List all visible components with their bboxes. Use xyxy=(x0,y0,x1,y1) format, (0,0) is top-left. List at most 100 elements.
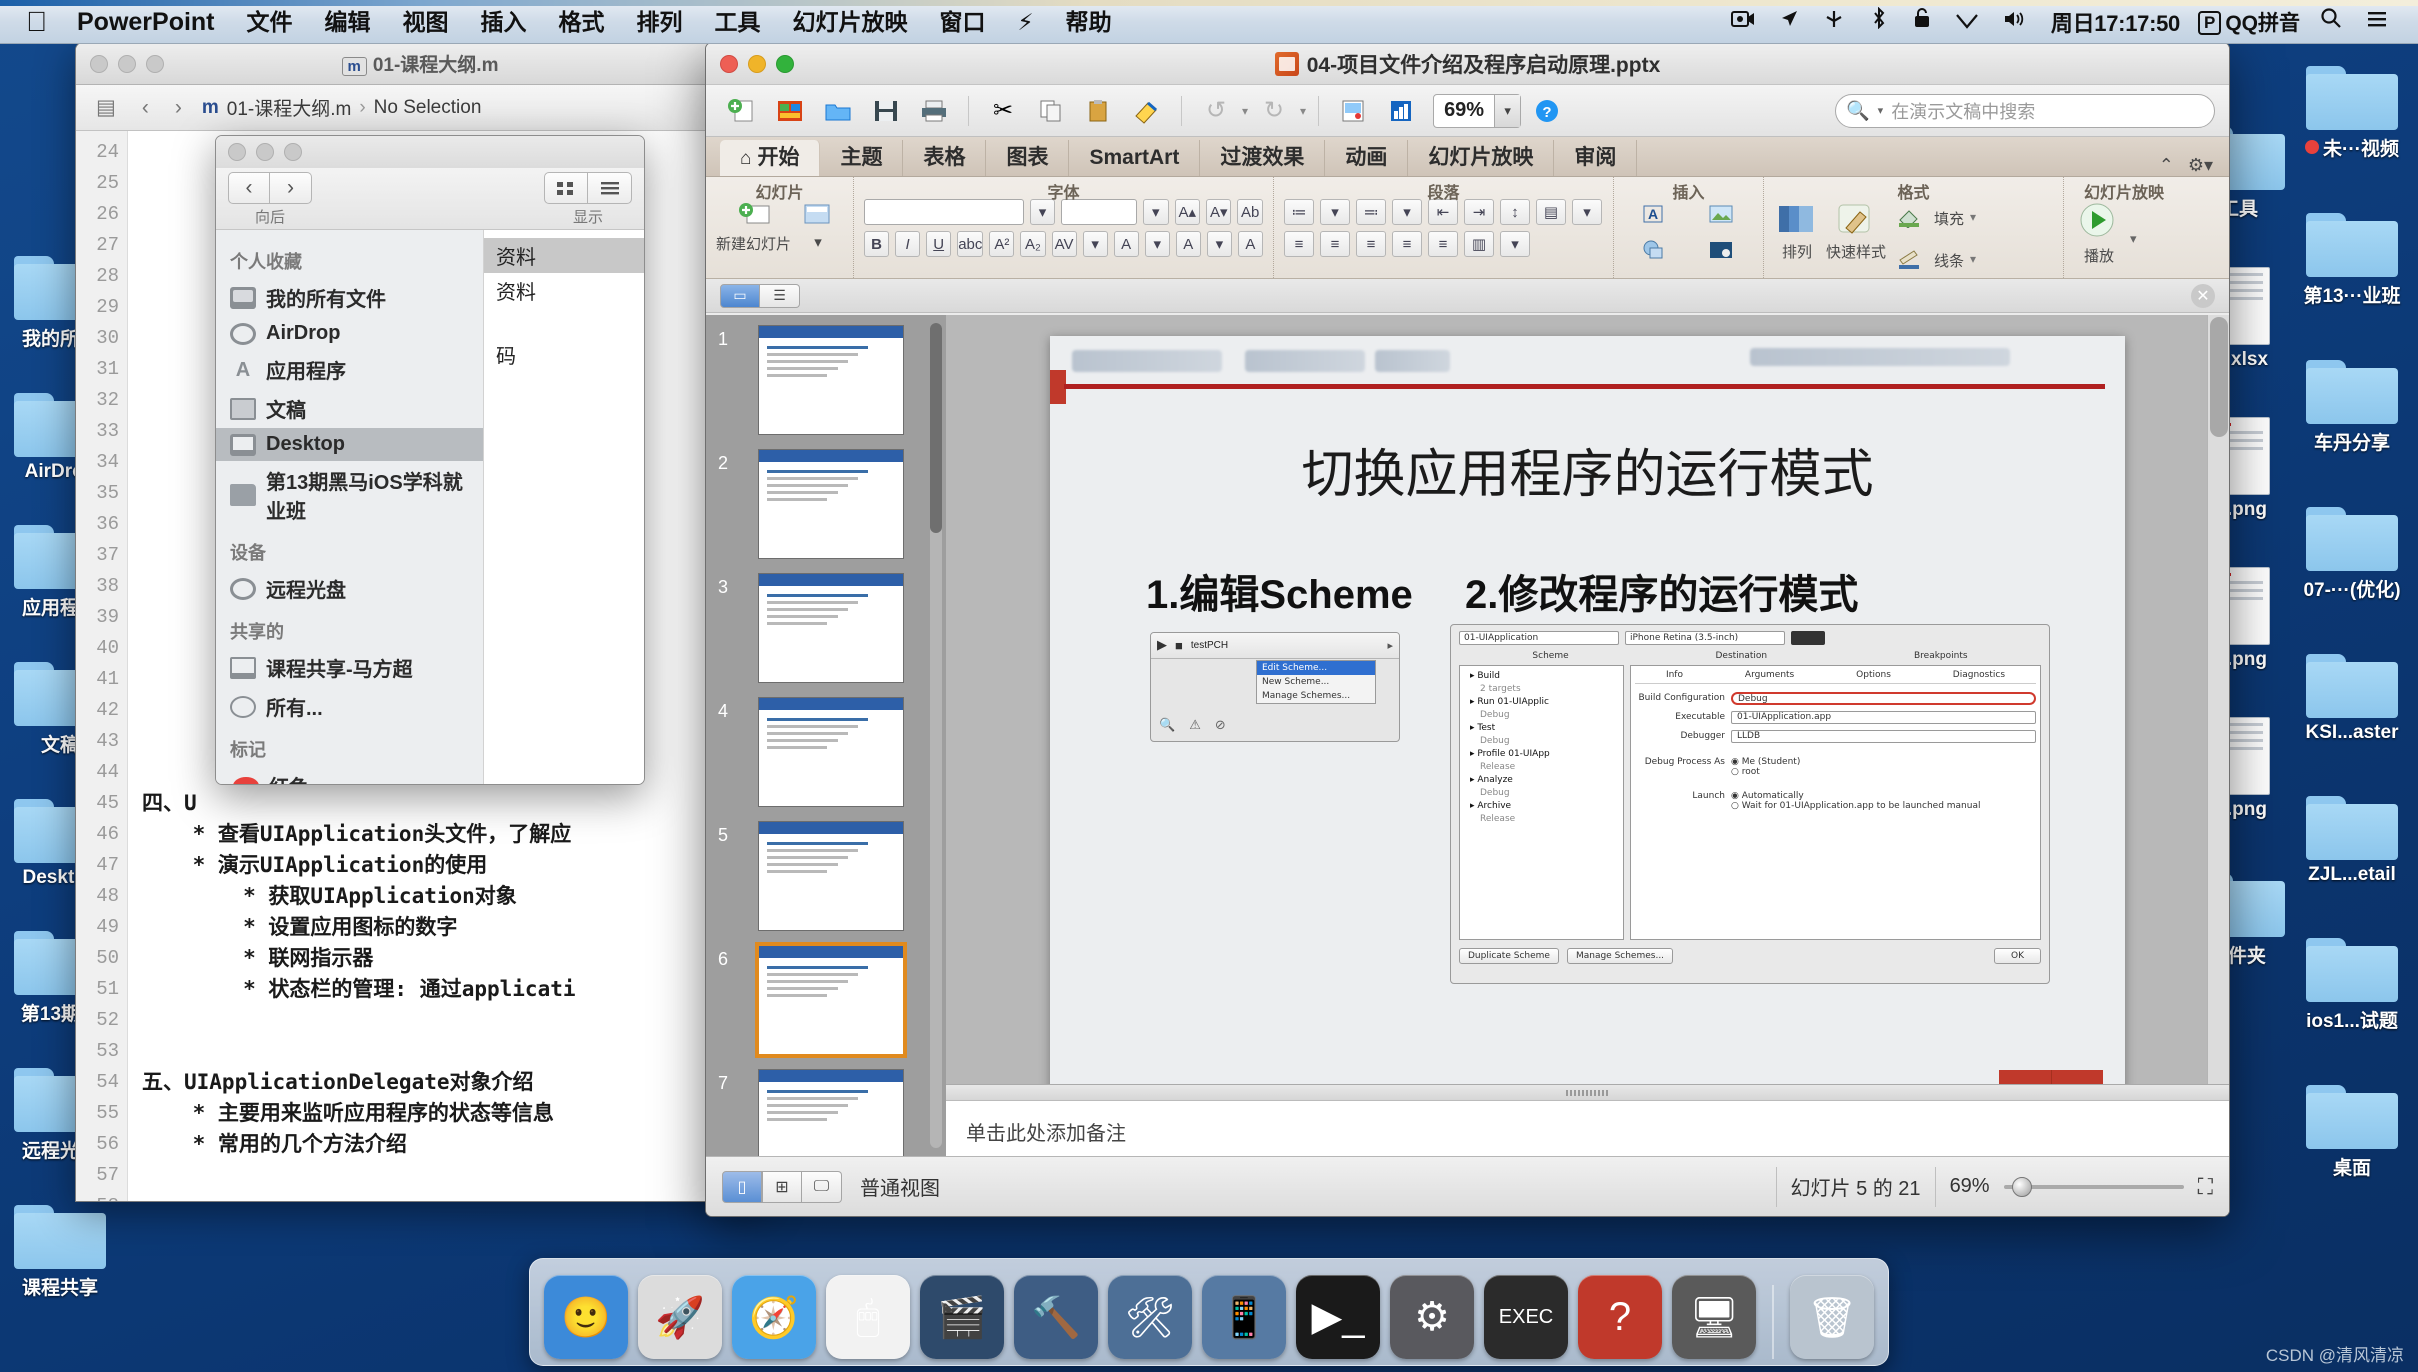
mouse-icon[interactable]: 🖱 xyxy=(826,1275,910,1359)
search-icon[interactable] xyxy=(2308,0,2354,44)
tab-0[interactable]: ⌂ 开始 xyxy=(720,140,821,176)
slide-thumbnail-column[interactable] xyxy=(732,325,946,1156)
debugger-field[interactable]: LLDB xyxy=(1731,729,2036,743)
code-line[interactable]: * 状态栏的管理: 通过applicati xyxy=(142,974,764,1005)
align-right-button[interactable]: ≡ xyxy=(1356,231,1386,257)
help-icon[interactable]: ? xyxy=(1525,91,1569,131)
code-line[interactable]: * 演示UIApplication的使用 xyxy=(142,850,764,881)
distribute-button[interactable]: ≡ xyxy=(1428,231,1458,257)
charles-icon[interactable]: ? xyxy=(1578,1275,1662,1359)
sidebar-item[interactable]: Desktop xyxy=(216,428,483,461)
code-line[interactable] xyxy=(142,1036,764,1067)
scheme-menu-item-edit[interactable]: Edit Scheme... xyxy=(1257,660,1375,675)
xcode-icon[interactable]: 🔨 xyxy=(1014,1275,1098,1359)
screen-record-icon[interactable] xyxy=(1719,0,1767,44)
desktop-icon[interactable]: 桌面 xyxy=(2288,1079,2416,1180)
lock-icon[interactable] xyxy=(1901,0,1943,44)
file-row[interactable]: 码 xyxy=(484,337,644,372)
forward-button[interactable]: › xyxy=(270,172,312,204)
format-painter-icon[interactable] xyxy=(1125,91,1169,131)
slide-point-2[interactable]: 2.修改程序的运行模式 xyxy=(1465,562,1858,620)
tab-8[interactable]: 审阅 xyxy=(1554,140,1638,176)
menu-item-5[interactable]: 格式 xyxy=(543,0,621,44)
chevron-down-icon[interactable]: ▾ xyxy=(2130,231,2137,247)
superscript-button[interactable]: A² xyxy=(989,231,1015,257)
text-effects-button[interactable]: A xyxy=(1113,231,1139,257)
ribbon[interactable]: 幻灯片 新建幻灯片 ▾ 字体 ▾ ▾ A▴ A▾ Ab B I U abc A²… xyxy=(706,177,2229,279)
finder-titlebar[interactable] xyxy=(216,136,644,168)
slide-image-scheme-editor[interactable]: 01-UIApplication iPhone Retina (3.5-inch… xyxy=(1450,623,2050,984)
tab-options[interactable]: Options xyxy=(1856,670,1891,680)
build-tree-item[interactable]: 2 targets xyxy=(1464,683,1619,696)
chevron-down-icon[interactable]: ▾ xyxy=(1082,231,1108,257)
panel-view-segments[interactable]: ▭ ☰ xyxy=(720,283,800,308)
settings-icon[interactable]: ⚙ xyxy=(1390,1275,1474,1359)
sidebar-item[interactable]: 课程共享-马方超 xyxy=(216,648,483,687)
highlight-button[interactable]: A xyxy=(1175,231,1201,257)
code-line[interactable]: * 设置应用图标的数字 xyxy=(142,912,764,943)
menu-item-8[interactable]: 幻灯片放映 xyxy=(777,0,924,44)
copy-icon[interactable] xyxy=(1029,91,1073,131)
finder-sidebar[interactable]: 个人收藏 我的所有文件 AirDrop A 应用程序 文稿 Desktop 第13期黑马iOS… xyxy=(216,230,484,784)
code-line[interactable]: 五、UIApplicationDelegate对象介绍 xyxy=(142,1067,764,1098)
breadcrumb[interactable]: m 01-课程大纲.m › No Selection xyxy=(202,94,482,121)
panel-view-bar[interactable]: ▭ ☰ ✕ xyxy=(706,279,2229,313)
open-icon[interactable] xyxy=(816,91,860,131)
sidebar-item[interactable]: A 应用程序 xyxy=(216,350,483,389)
picture-button[interactable] xyxy=(1691,199,1754,231)
build-tree-item[interactable]: ▸ Analyze xyxy=(1464,774,1619,787)
desktop-icon[interactable]: 第13···业班 xyxy=(2288,207,2416,308)
build-tree-item[interactable]: ▸ Test xyxy=(1464,722,1619,735)
build-tree-item[interactable]: Debug xyxy=(1464,787,1619,800)
tab-diagnostics[interactable]: Diagnostics xyxy=(1953,670,2005,680)
menu-item-11[interactable]: 帮助 xyxy=(1050,0,1128,44)
duplicate-scheme-button[interactable]: Duplicate Scheme xyxy=(1459,947,1559,964)
chevron-down-icon[interactable]: ▾ xyxy=(1878,104,1884,117)
scrollbar-thumb[interactable] xyxy=(2210,317,2228,437)
scheme-build-tree[interactable]: ▸ Build 2 targets ▸ Run 01-UIApplic Debug ▸ … xyxy=(1459,664,1624,940)
character-spacing-button[interactable]: AV xyxy=(1051,231,1077,257)
slide-sorter-icon[interactable]: ⊞ xyxy=(762,1170,802,1203)
minimize-button[interactable] xyxy=(256,143,274,161)
tab-5[interactable]: 过渡效果 xyxy=(1200,140,1326,176)
save-icon[interactable] xyxy=(864,91,908,131)
finder-open-panel[interactable]: ‹ › 向后 显示 个人收藏 我的所有文件 AirDrop A 应用程序 文稿 Deskto xyxy=(215,135,645,785)
new-icon[interactable] xyxy=(720,91,764,131)
input-method-indicator[interactable]: P QQ拼音 xyxy=(2190,7,2308,37)
new-slide-button[interactable]: 新建幻灯片 xyxy=(716,199,791,254)
scheme-menu-item-new[interactable]: New Scheme... xyxy=(1257,675,1375,689)
menu-item-7[interactable]: 工具 xyxy=(699,0,777,44)
align-left-button[interactable]: ≡ xyxy=(1284,231,1314,257)
sidebar-item[interactable]: AirDrop xyxy=(216,317,483,350)
quicktime-icon[interactable]: 🎬 xyxy=(920,1275,1004,1359)
justify-button[interactable]: ≡ xyxy=(1392,231,1422,257)
search-box[interactable]: 🔍 ▾ 在演示文稿中搜索 xyxy=(1835,93,2215,128)
columns-button[interactable]: ▥ xyxy=(1464,231,1494,257)
layout-button[interactable]: ▾ xyxy=(797,199,839,251)
zoom-combobox[interactable]: 69% ▾ xyxy=(1433,93,1522,128)
scrollbar-thumb[interactable] xyxy=(930,323,942,533)
normal-view-icon[interactable]: ▯ xyxy=(722,1170,762,1203)
outline-view-icon[interactable]: ☰ xyxy=(760,283,800,308)
list-view-icon[interactable] xyxy=(588,172,632,204)
chevron-down-icon[interactable]: ▾ xyxy=(1144,231,1170,257)
finder-toolbar[interactable]: ‹ › 向后 显示 xyxy=(216,168,644,230)
fit-to-window-icon[interactable]: ⛶ xyxy=(2198,1174,2213,1200)
menu-item-9[interactable]: 窗口 xyxy=(924,0,1002,44)
menu-item-10[interactable]: ⚡ xyxy=(1002,0,1050,44)
media-icon[interactable] xyxy=(1331,91,1375,131)
launch-auto-option[interactable]: ◉ Automatically xyxy=(1731,791,2036,801)
code-line[interactable] xyxy=(142,1160,764,1191)
slide-thumbnail[interactable] xyxy=(758,573,904,683)
slide-thumbnail[interactable] xyxy=(758,697,904,807)
sidebar-item[interactable]: 文稿 xyxy=(216,389,483,428)
slide-thumbnail[interactable] xyxy=(755,942,907,1058)
code-line[interactable]: * 主要用来监听应用程序的状态等信息 xyxy=(142,1098,764,1129)
editor-toolbar[interactable]: ▤ ‹ › m 01-课程大纲.m › No Selection xyxy=(76,85,764,131)
editor-titlebar[interactable]: m 01-课程大纲.m xyxy=(76,43,764,85)
media-insert-button[interactable] xyxy=(1691,235,1754,267)
build-tree-item[interactable]: ▸ Build xyxy=(1464,670,1619,683)
redo-icon[interactable]: ↻ xyxy=(1252,91,1296,131)
manage-schemes-button[interactable]: Manage Schemes... xyxy=(1566,947,1674,964)
tab-2[interactable]: 表格 xyxy=(903,140,987,176)
